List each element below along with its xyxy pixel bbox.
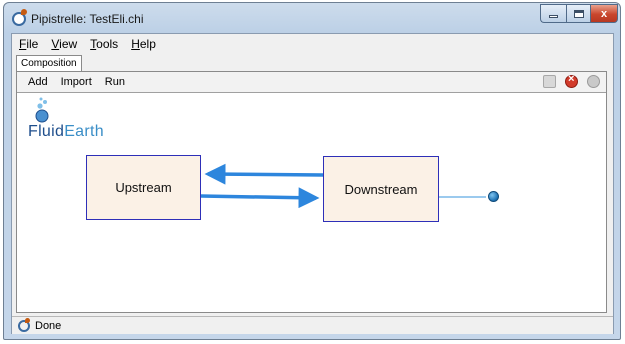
component-downstream[interactable]: Downstream <box>323 156 439 222</box>
minimize-button[interactable] <box>540 4 566 23</box>
add-button[interactable]: Add <box>28 76 48 88</box>
globe-icon[interactable] <box>488 191 499 202</box>
component-downstream-label: Downstream <box>344 181 418 197</box>
menu-tools[interactable]: Tools <box>90 37 118 51</box>
minimize-icon <box>549 15 558 18</box>
composition-toolbar: Add Import Run <box>17 72 606 93</box>
validate-icon[interactable] <box>543 75 556 88</box>
info-icon[interactable] <box>587 75 600 88</box>
import-button[interactable]: Import <box>61 76 92 88</box>
link-downstream-to-upstream[interactable] <box>204 163 324 185</box>
link-upstream-to-downstream[interactable] <box>200 187 320 209</box>
component-upstream[interactable]: Upstream <box>86 155 201 220</box>
composition-panel: Add Import Run FluidEarth <box>16 71 607 313</box>
status-bar: Done <box>12 316 613 334</box>
title-bar[interactable]: Pipistrelle: TestEli.chi x <box>4 3 620 33</box>
close-button[interactable]: x <box>591 4 618 23</box>
status-text: Done <box>35 319 62 332</box>
tab-composition[interactable]: Composition <box>16 55 82 72</box>
maximize-icon <box>573 9 584 18</box>
menu-help[interactable]: Help <box>131 37 156 51</box>
app-status-icon <box>18 317 30 332</box>
client-area: File View Tools Help Composition Add Imp… <box>11 33 614 334</box>
run-button[interactable]: Run <box>105 76 125 88</box>
app-window: Pipistrelle: TestEli.chi x File View Too… <box>3 2 621 340</box>
menu-file[interactable]: File <box>19 37 38 51</box>
composition-canvas[interactable]: FluidEarth Upstream Downstream <box>17 94 606 312</box>
remove-icon[interactable] <box>565 73 578 88</box>
app-icon <box>12 9 27 26</box>
component-upstream-label: Upstream <box>115 180 172 195</box>
window-title: Pipistrelle: TestEli.chi <box>31 12 144 26</box>
menu-bar: File View Tools Help <box>12 34 613 54</box>
close-icon: x <box>600 7 608 20</box>
menu-view[interactable]: View <box>51 37 77 51</box>
toolbar-icon-group <box>534 73 600 88</box>
maximize-button[interactable] <box>566 4 591 23</box>
